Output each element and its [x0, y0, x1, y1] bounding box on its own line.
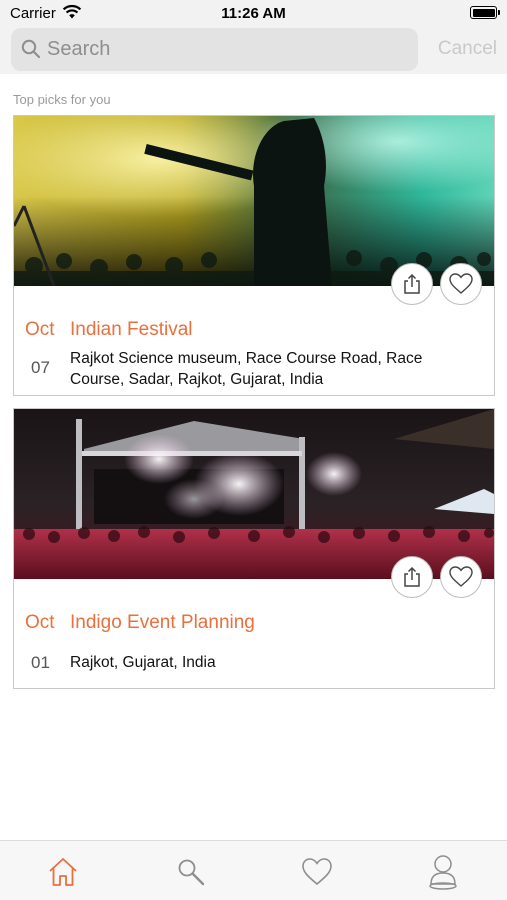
- section-title: Top picks for you: [13, 92, 111, 107]
- event-title[interactable]: Indigo Event Planning: [70, 612, 255, 634]
- user-icon: [429, 855, 457, 890]
- tab-favorites[interactable]: [301, 855, 333, 889]
- search-icon: [21, 39, 41, 59]
- event-card[interactable]: Oct Indigo Event Planning 01 Rajkot, Guj…: [13, 408, 495, 689]
- search-field[interactable]: [11, 28, 418, 71]
- event-card[interactable]: Oct Indian Festival 07 Rajkot Science mu…: [13, 115, 495, 396]
- search-input[interactable]: [47, 28, 407, 71]
- event-address: Rajkot Science museum, Race Course Road,…: [70, 350, 423, 388]
- search-bar: Cancel: [0, 26, 507, 74]
- tab-profile[interactable]: [427, 855, 459, 890]
- favorite-button[interactable]: [440, 556, 482, 598]
- event-month: Oct: [25, 319, 55, 340]
- heart-icon: [449, 566, 473, 587]
- share-icon: [404, 273, 420, 294]
- favorite-button[interactable]: [440, 263, 482, 305]
- status-bar: Carrier 11:26 AM: [0, 0, 507, 26]
- share-icon: [404, 566, 420, 587]
- event-image-festival-stage: [14, 409, 494, 579]
- event-address: Rajkot, Gujarat, India: [70, 654, 216, 671]
- tab-search[interactable]: [175, 855, 207, 889]
- heart-icon: [302, 858, 332, 886]
- share-button[interactable]: [391, 556, 433, 598]
- battery-icon: [470, 6, 500, 19]
- cancel-button[interactable]: Cancel: [438, 38, 497, 60]
- heart-icon: [449, 273, 473, 294]
- search-icon: [178, 859, 205, 886]
- event-day: 07: [31, 358, 50, 377]
- share-button[interactable]: [391, 263, 433, 305]
- event-image-concert: [14, 116, 494, 286]
- tab-home[interactable]: [47, 855, 79, 889]
- home-icon: [49, 858, 77, 886]
- clock: 11:26 AM: [221, 5, 286, 22]
- tab-bar: [0, 840, 507, 900]
- event-day: 01: [31, 653, 50, 672]
- event-title[interactable]: Indian Festival: [70, 319, 193, 341]
- event-month: Oct: [25, 612, 55, 633]
